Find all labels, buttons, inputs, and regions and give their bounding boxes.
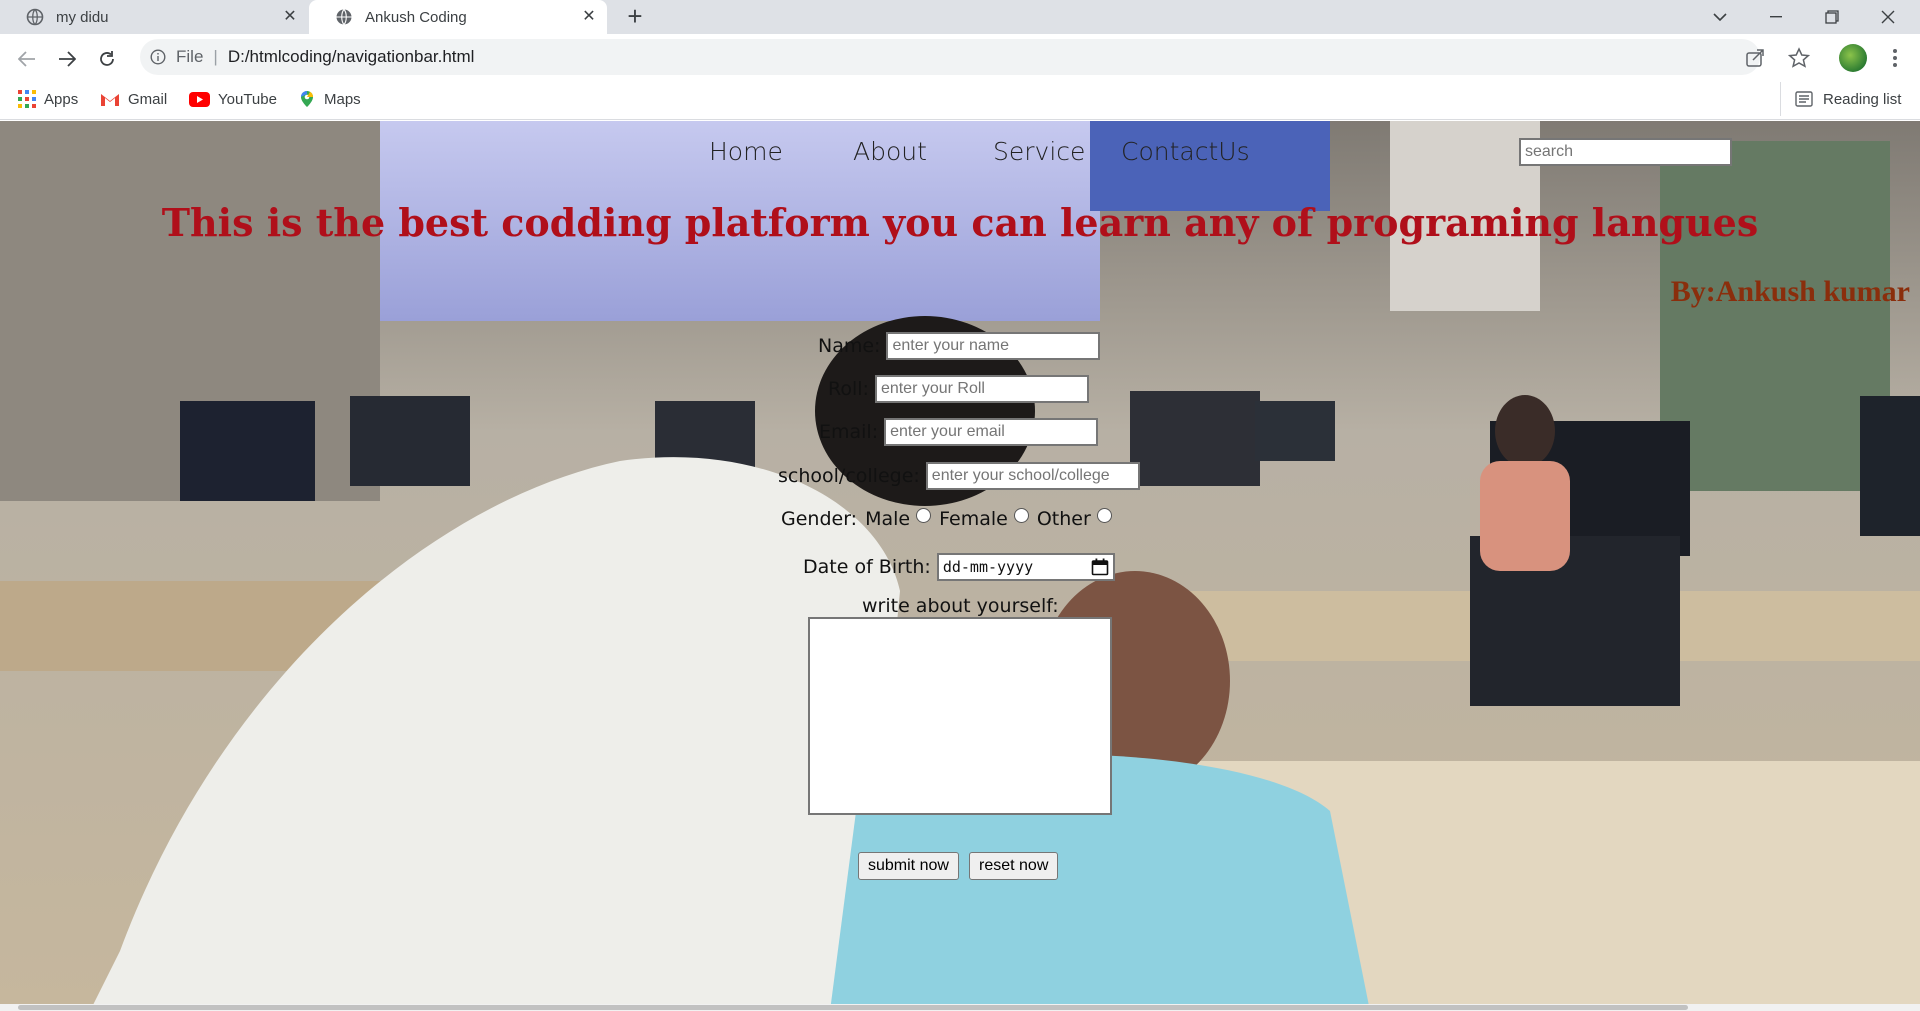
star-icon[interactable] [1788, 47, 1810, 69]
reset-button[interactable]: reset now [969, 852, 1059, 880]
tab-title: Ankush Coding [365, 8, 467, 26]
url-scheme: File [176, 47, 204, 66]
restore-button[interactable] [1804, 0, 1860, 34]
bookmark-label: YouTube [218, 90, 277, 108]
forward-button[interactable] [53, 45, 81, 73]
bookmark-apps[interactable]: Apps [18, 82, 78, 116]
scrollbar-thumb[interactable] [18, 1005, 1688, 1010]
school-row: school/college: [778, 462, 1140, 490]
reload-button[interactable] [93, 45, 121, 73]
dob-input[interactable]: dd-mm-yyyy [936, 553, 1115, 581]
tab-title: my didu [56, 8, 109, 26]
roll-input[interactable] [874, 375, 1089, 403]
email-row: Email: [819, 418, 1099, 446]
submit-button[interactable]: submit now [858, 852, 959, 880]
gender-female-label: Female [939, 508, 1008, 530]
profile-avatar[interactable] [1839, 44, 1867, 72]
gender-row: Gender: Male Female Other [781, 505, 1120, 533]
gender-other-radio[interactable] [1096, 507, 1112, 523]
about-label: write about yourself: [862, 595, 1059, 617]
tab-ankush-coding[interactable]: Ankush Coding ✕ [309, 0, 607, 34]
gmail-icon [101, 93, 119, 106]
nav-contactus[interactable]: ContactUs [1121, 137, 1250, 166]
apps-grid-icon [18, 90, 36, 108]
url-separator: | [213, 47, 218, 66]
close-icon [1881, 10, 1895, 24]
gender-other-label: Other [1036, 508, 1091, 530]
horizontal-scrollbar[interactable] [0, 1004, 1920, 1011]
gender-label: Gender: [781, 508, 858, 530]
youtube-icon [189, 91, 210, 107]
back-button[interactable] [13, 45, 41, 73]
arrow-left-icon [18, 51, 35, 67]
name-row: Name: [818, 332, 1101, 360]
reading-list-button[interactable]: Reading list [1780, 82, 1901, 116]
name-input[interactable] [886, 332, 1101, 360]
arrow-right-icon [59, 51, 76, 67]
address-bar[interactable]: File | D:/htmlcoding/navigationbar.html [140, 39, 1810, 75]
nav-home[interactable]: Home [709, 137, 783, 166]
reload-icon [100, 51, 114, 66]
author-byline: By:Ankush kumar [1670, 275, 1910, 308]
email-input[interactable] [884, 418, 1099, 446]
roll-row: Roll: [828, 375, 1089, 403]
close-window-button[interactable] [1860, 0, 1916, 34]
gender-female-radio[interactable] [1013, 507, 1029, 523]
globe-icon [26, 8, 44, 26]
new-tab-button[interactable]: + [620, 2, 650, 32]
nav-service[interactable]: Service [993, 137, 1085, 166]
dob-placeholder: dd-mm-yyyy [942, 558, 1034, 576]
about-textarea[interactable] [808, 617, 1112, 815]
calendar-icon[interactable] [1091, 558, 1109, 576]
minimize-button[interactable] [1748, 0, 1804, 34]
school-input[interactable] [925, 462, 1140, 490]
about-row: write about yourself: [862, 595, 1059, 617]
dob-row: Date of Birth: dd-mm-yyyy [803, 553, 1115, 581]
reading-list-icon [1795, 91, 1813, 107]
reading-list-label: Reading list [1823, 90, 1902, 108]
name-label: Name: [818, 335, 881, 357]
bookmark-maps[interactable]: Maps [298, 82, 361, 116]
close-icon[interactable]: ✕ [579, 7, 599, 27]
url-text: D:/htmlcoding/navigationbar.html [227, 47, 475, 66]
school-label: school/college: [778, 465, 920, 487]
share-icon[interactable] [1744, 47, 1766, 69]
tab-search-button[interactable] [1692, 0, 1748, 34]
chevron-down-icon [1713, 13, 1727, 22]
minimize-icon [1770, 16, 1782, 18]
restore-icon [1825, 10, 1839, 24]
roll-label: Roll: [828, 378, 869, 400]
gender-male-label: Male [865, 508, 911, 530]
gender-male-radio[interactable] [916, 507, 932, 523]
bookmark-youtube[interactable]: YouTube [189, 82, 277, 116]
browser-menu-icon[interactable] [1888, 44, 1902, 72]
email-label: Email: [819, 421, 879, 443]
close-icon[interactable]: ✕ [280, 7, 300, 27]
tab-strip: my didu ✕ Ankush Coding ✕ + [0, 0, 1920, 34]
info-icon[interactable] [150, 49, 166, 65]
page-headline: This is the best codding platform you ca… [161, 200, 1759, 245]
bookmark-label: Gmail [128, 90, 168, 108]
dob-label: Date of Birth: [803, 556, 931, 578]
page-viewport: Home About Service ContactUs This is the… [0, 121, 1920, 1011]
maps-icon [301, 91, 313, 107]
nav-about[interactable]: About [853, 137, 927, 166]
browser-toolbar: File | D:/htmlcoding/navigationbar.html [0, 34, 1920, 82]
bookmark-label: Apps [44, 90, 79, 108]
bookmarks-bar: Apps Gmail YouTube Maps Reading list [0, 82, 1920, 120]
search-input[interactable] [1519, 138, 1732, 166]
bookmark-label: Maps [324, 90, 361, 108]
tab-my-didu[interactable]: my didu ✕ [0, 0, 308, 34]
bookmark-gmail[interactable]: Gmail [100, 82, 167, 116]
globe-icon [336, 9, 352, 25]
